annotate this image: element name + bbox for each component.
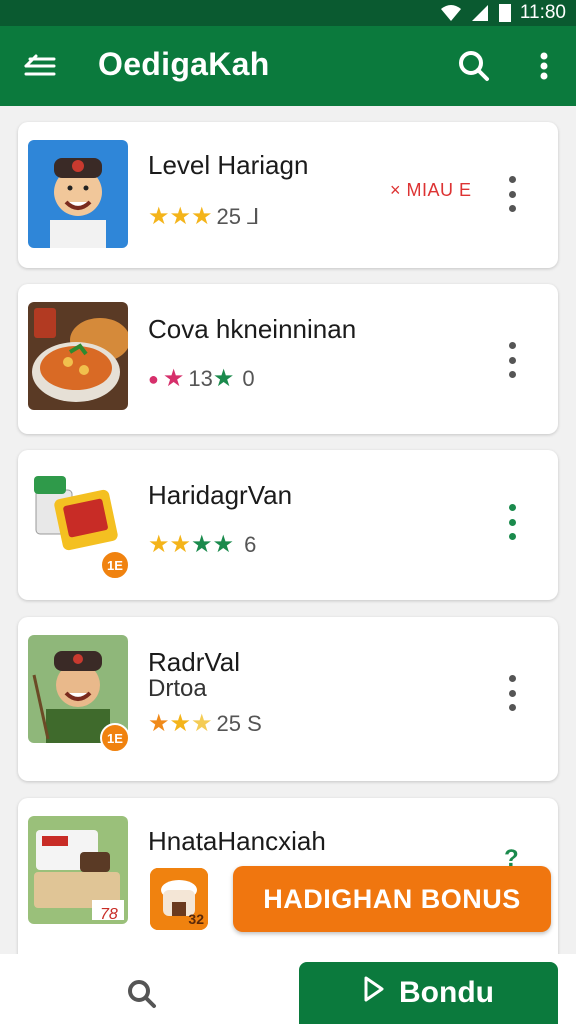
battery-icon bbox=[498, 3, 512, 23]
star-icon: ★ bbox=[212, 531, 235, 558]
app-title: OedigaKah bbox=[98, 46, 270, 82]
more-vert-icon[interactable] bbox=[506, 675, 518, 711]
more-vert-icon[interactable] bbox=[506, 504, 518, 540]
signal-icon bbox=[470, 4, 490, 22]
rating-value: 6 bbox=[244, 532, 257, 557]
list-item[interactable]: Cova hkneinninan ● ★ 13 ★ 0 bbox=[18, 284, 558, 434]
rating: ★ ★ ★ 25 S bbox=[148, 711, 262, 737]
more-vert-icon[interactable] bbox=[530, 48, 558, 84]
star-icon: ★ bbox=[191, 710, 213, 737]
app-list: Level Hariagn × MIAU E ★ ★ ★ 25 ⅃ Cova h… bbox=[0, 106, 576, 954]
star-icon: ★ bbox=[191, 531, 213, 558]
rating: ● ★ 13 ★ 0 bbox=[148, 366, 255, 392]
rating-value: 25 ⅃ bbox=[216, 204, 260, 229]
rating-value: 25 S bbox=[216, 711, 262, 736]
star-icon: ★ bbox=[169, 203, 192, 230]
thumb-label: 78 bbox=[100, 906, 118, 923]
app-name: Level Hariagn bbox=[148, 150, 309, 180]
bonus-icon-label: 32 bbox=[188, 911, 204, 927]
bondu-button[interactable]: Bondu bbox=[299, 962, 558, 1024]
promo-badge: × MIAU E bbox=[390, 180, 472, 200]
search-icon[interactable] bbox=[126, 978, 158, 1010]
play-icon bbox=[363, 975, 385, 1011]
list-item[interactable]: 1E HaridagrVan ★ ★ ★ ★ 6 bbox=[18, 450, 558, 600]
rating: ★ ★ ★ 25 ⅃ bbox=[148, 204, 259, 230]
app-name: HnataHancxiah bbox=[148, 826, 326, 856]
bonus-icon[interactable]: 32 bbox=[150, 868, 208, 930]
star-icon: ★ bbox=[148, 203, 170, 230]
rating: ★ ★ ★ ★ 6 bbox=[148, 532, 256, 558]
star-icon: ★ bbox=[148, 710, 170, 737]
status-bar: 11:80 bbox=[0, 0, 576, 26]
star-icon: ★ bbox=[191, 203, 213, 230]
star-icon: ★ bbox=[162, 365, 185, 392]
star-icon: ★ bbox=[148, 531, 170, 558]
star-icon: ★ bbox=[169, 531, 192, 558]
app-thumbnail bbox=[28, 302, 128, 410]
menu-icon[interactable] bbox=[20, 50, 60, 82]
dot-icon: ● bbox=[148, 369, 159, 389]
more-vert-icon[interactable] bbox=[506, 342, 518, 378]
app-thumbnail bbox=[28, 140, 128, 248]
more-vert-icon[interactable] bbox=[506, 176, 518, 212]
bondu-button-label: Bondu bbox=[399, 976, 494, 1009]
bottom-bar: Bondu bbox=[0, 954, 576, 1024]
star-icon: ★ bbox=[169, 710, 192, 737]
rating-value-secondary: 0 bbox=[242, 366, 255, 391]
age-badge: 1E bbox=[100, 550, 130, 580]
app-bar: OedigaKah bbox=[0, 26, 576, 106]
star-icon: ★ bbox=[212, 365, 235, 392]
status-time: 11:80 bbox=[519, 2, 566, 23]
wifi-icon bbox=[440, 4, 462, 22]
app-name: Cova hkneinninan bbox=[148, 314, 357, 344]
list-item[interactable]: Level Hariagn × MIAU E ★ ★ ★ 25 ⅃ bbox=[18, 122, 558, 268]
search-icon[interactable] bbox=[454, 46, 494, 86]
app-name: RadrVal bbox=[148, 647, 241, 677]
bonus-button[interactable]: HADIGHAN BONUS bbox=[233, 866, 551, 932]
age-badge: 1E bbox=[100, 723, 130, 753]
app-name: HaridagrVan bbox=[148, 480, 293, 510]
list-item[interactable]: 1E RadrVal Drtoa ★ ★ ★ 25 S bbox=[18, 617, 558, 781]
rating-value: 13 bbox=[188, 366, 213, 391]
app-subtitle: Drtoa bbox=[148, 675, 207, 702]
